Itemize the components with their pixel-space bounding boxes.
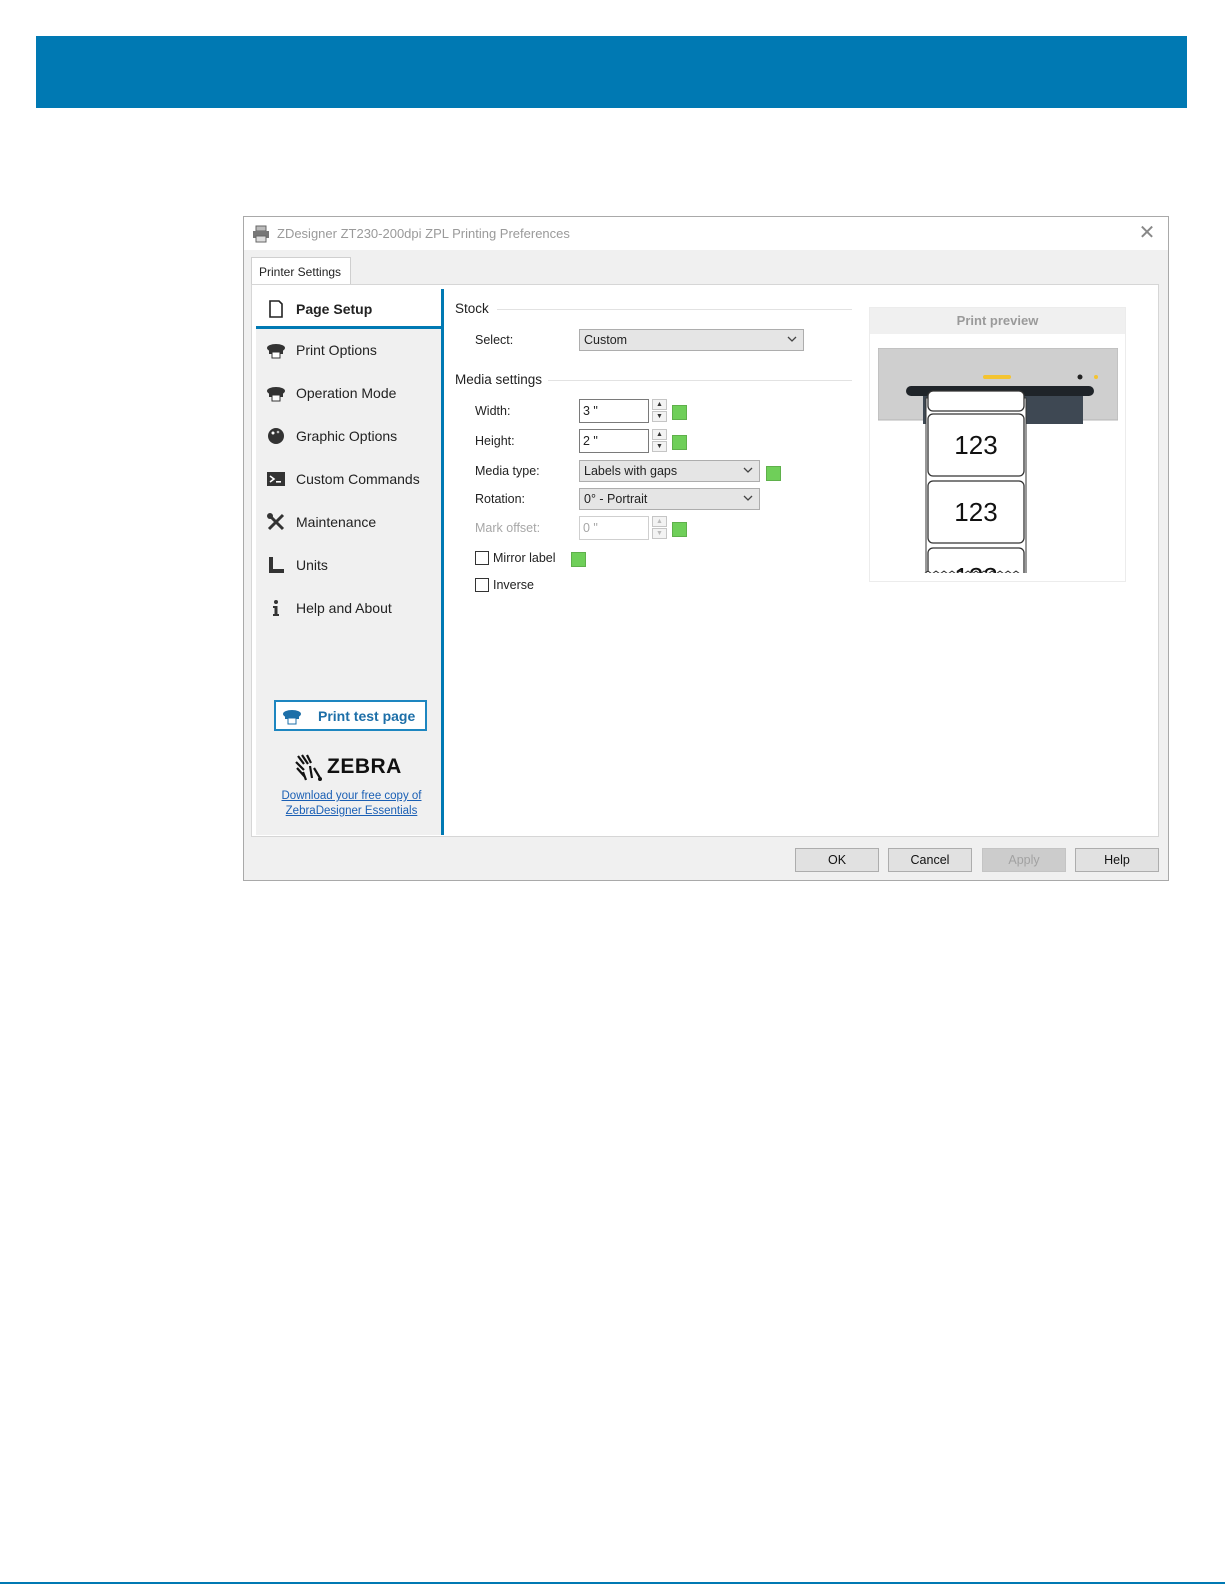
- download-link[interactable]: Download your free copy of ZebraDesigner…: [264, 789, 439, 819]
- sidebar-item-label: Operation Mode: [296, 385, 397, 401]
- inverse-checkbox[interactable]: Inverse: [475, 577, 555, 593]
- zebra-head-icon: [295, 754, 322, 781]
- rotation-value: 0° - Portrait: [584, 492, 648, 506]
- print-test-page-button[interactable]: Print test page: [274, 700, 427, 731]
- stock-select[interactable]: Custom: [579, 329, 804, 351]
- rotation-label: Rotation:: [475, 492, 526, 506]
- tab-printer-settings[interactable]: Printer Settings: [251, 257, 351, 285]
- increment-icon[interactable]: ▲: [652, 429, 667, 440]
- mark-offset-label: Mark offset:: [475, 521, 541, 535]
- decrement-icon[interactable]: ▼: [652, 411, 667, 422]
- width-input[interactable]: 3 ": [579, 399, 649, 423]
- info-icon: [273, 600, 279, 616]
- ok-button[interactable]: OK: [795, 848, 879, 872]
- media-type-label: Media type:: [475, 464, 540, 478]
- header-banner: [36, 36, 1187, 108]
- media-type-value: Labels with gaps: [584, 464, 678, 478]
- inverse-text: Inverse: [493, 578, 534, 592]
- mirror-label-checkbox[interactable]: Mirror label: [475, 550, 565, 566]
- printer-settings-panel: Page Setup Print Options Operation Mode …: [251, 284, 1159, 837]
- palette-icon: [268, 428, 284, 444]
- print-test-page-label: Print test page: [318, 708, 416, 724]
- status-indicator-icon: [672, 405, 687, 420]
- width-stepper[interactable]: 3 " ▲ ▼: [579, 399, 667, 423]
- checkbox-box[interactable]: [475, 578, 489, 592]
- help-button[interactable]: Help: [1075, 848, 1159, 872]
- sidebar-item-label: Help and About: [296, 600, 392, 616]
- label-number: 123: [954, 430, 997, 460]
- sidebar-item-label: Units: [296, 557, 328, 573]
- printer-icon: [283, 710, 301, 725]
- status-indicator-icon: [766, 466, 781, 481]
- status-indicator-icon: [672, 435, 687, 450]
- zebra-logo: ZEBRA: [294, 753, 404, 783]
- status-indicator-icon: [571, 552, 586, 567]
- print-preview-panel: Print preview 123 123 123: [869, 307, 1126, 582]
- printing-preferences-dialog: ZDesigner ZT230-200dpi ZPL Printing Pref…: [243, 216, 1169, 881]
- page-footer-rule: [0, 1582, 1225, 1584]
- dialog-title: ZDesigner ZT230-200dpi ZPL Printing Pref…: [277, 226, 570, 241]
- sidebar-item-label: Maintenance: [296, 514, 377, 530]
- sidebar-item-label: Graphic Options: [296, 428, 398, 444]
- height-label: Height:: [475, 434, 515, 448]
- increment-icon[interactable]: ▲: [652, 399, 667, 410]
- chevron-down-icon: [787, 336, 797, 342]
- sidebar-item-maintenance[interactable]: Maintenance: [256, 502, 441, 542]
- sidebar-item-label: Custom Commands: [296, 471, 420, 487]
- sidebar-item-help-and-about[interactable]: Help and About: [256, 588, 441, 628]
- sidebar-item-label: Print Options: [296, 342, 377, 358]
- sidebar-item-label: Page Setup: [296, 301, 373, 317]
- stock-divider: [497, 309, 852, 310]
- increment-icon: ▲: [652, 516, 667, 527]
- chevron-down-icon: [743, 467, 753, 473]
- height-input[interactable]: 2 ": [579, 429, 649, 453]
- mark-offset-stepper: 0 " ▲ ▼: [579, 516, 667, 540]
- media-divider: [548, 380, 852, 381]
- sidebar-item-page-setup[interactable]: Page Setup: [256, 289, 441, 329]
- printer-icon: [253, 225, 269, 243]
- title-bar: ZDesigner ZT230-200dpi ZPL Printing Pref…: [244, 217, 1168, 250]
- sidebar-item-print-options[interactable]: Print Options: [256, 330, 441, 370]
- media-settings-heading: Media settings: [455, 372, 543, 387]
- checkbox-box[interactable]: [475, 551, 489, 565]
- printer-icon: [267, 344, 285, 359]
- select-label: Select:: [475, 333, 514, 347]
- stock-select-value: Custom: [584, 333, 628, 347]
- chevron-down-icon: [743, 495, 753, 501]
- cancel-button[interactable]: Cancel: [888, 848, 972, 872]
- sidebar-item-graphic-options[interactable]: Graphic Options: [256, 416, 441, 456]
- stock-heading: Stock: [455, 301, 489, 316]
- sidebar-item-operation-mode[interactable]: Operation Mode: [256, 373, 441, 413]
- decrement-icon[interactable]: ▼: [652, 441, 667, 452]
- sidebar-item-custom-commands[interactable]: Custom Commands: [256, 459, 441, 499]
- mirror-label-text: Mirror label: [493, 551, 556, 565]
- mark-offset-input: 0 ": [579, 516, 649, 540]
- terminal-icon: [267, 472, 285, 486]
- sidebar-nav: Page Setup Print Options Operation Mode …: [256, 289, 444, 835]
- wrench-screwdriver-icon: [267, 513, 285, 531]
- status-indicator-icon: [672, 522, 687, 537]
- sidebar-item-units[interactable]: Units: [256, 545, 441, 585]
- media-type-select[interactable]: Labels with gaps: [579, 460, 760, 482]
- width-label: Width:: [475, 404, 511, 418]
- apply-button: Apply: [982, 848, 1066, 872]
- printer-icon: [267, 387, 285, 402]
- print-preview-heading: Print preview: [870, 308, 1125, 334]
- rotation-select[interactable]: 0° - Portrait: [579, 488, 760, 510]
- label-preview-illustration: 123 123 123: [878, 348, 1118, 573]
- label-number: 123: [954, 497, 997, 527]
- zebra-wordmark: ZEBRA: [327, 755, 402, 778]
- ruler-icon: [269, 557, 284, 573]
- height-stepper[interactable]: 2 " ▲ ▼: [579, 429, 667, 453]
- page-icon: [269, 300, 283, 318]
- decrement-icon: ▼: [652, 528, 667, 539]
- close-icon[interactable]: ✕: [1136, 221, 1158, 245]
